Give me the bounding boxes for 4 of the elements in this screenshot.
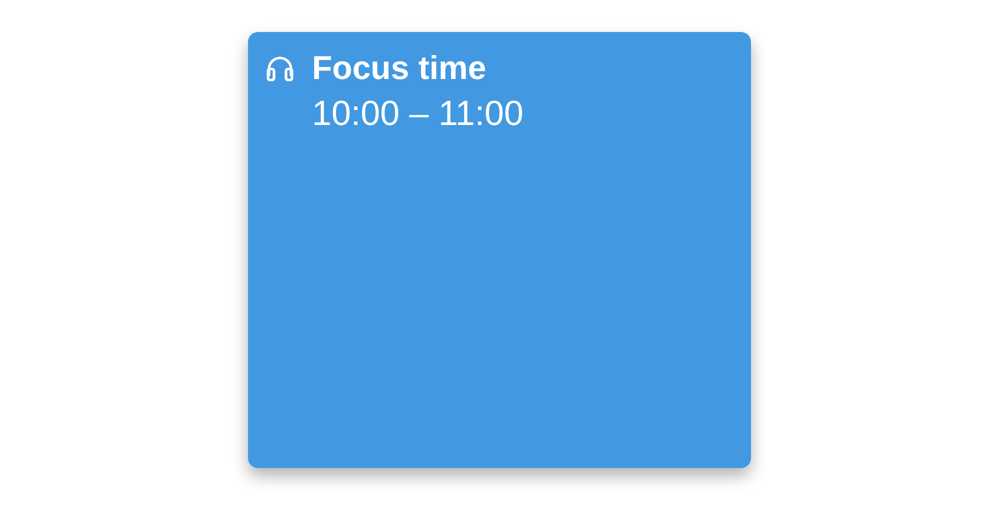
event-time: 10:00 – 11:00: [312, 93, 524, 135]
event-card[interactable]: Focus time 10:00 – 11:00: [248, 32, 751, 468]
headphones-icon: [265, 54, 295, 82]
event-title: Focus time: [312, 48, 486, 88]
